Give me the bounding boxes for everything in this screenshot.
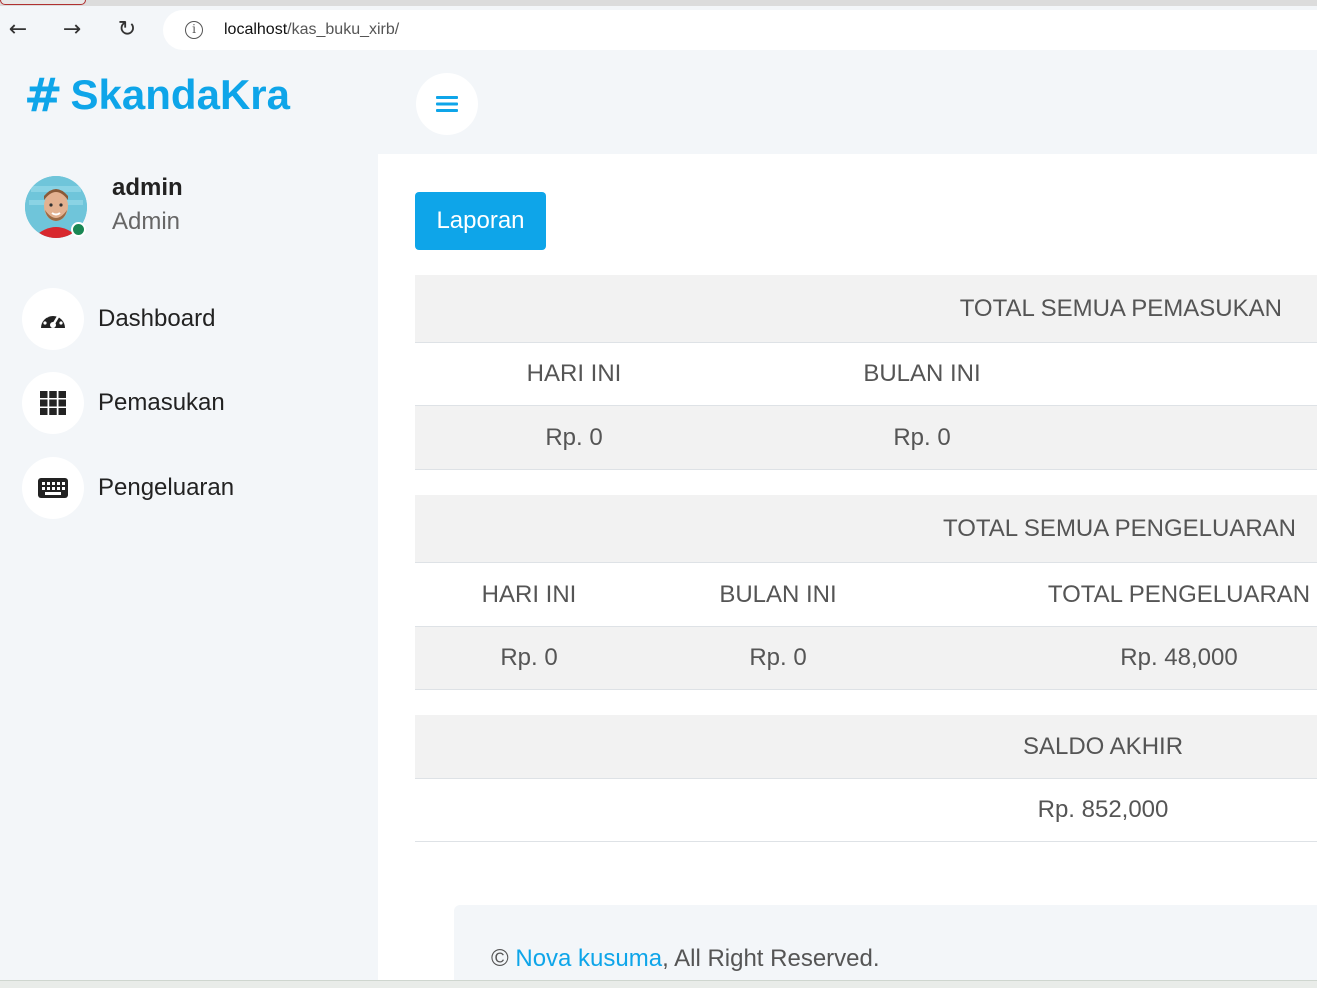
table-cell: Rp. 0 (500, 644, 558, 671)
table-cell: Rp. 48,000 (1120, 644, 1238, 671)
sidebar: # SkandaKra admin Admin Dashboard Pemasu… (0, 52, 378, 980)
forward-icon[interactable]: → (57, 14, 87, 44)
grid-icon (22, 372, 84, 434)
table-cell: Rp. 0 (893, 423, 951, 451)
url-text[interactable]: localhost/kas_buku_xirb/ (224, 21, 399, 39)
keyboard-icon (22, 457, 84, 519)
table-row: Rp. 0 Rp. 0 Rp. 48,000 (415, 627, 1317, 690)
sidebar-item-pemasukan[interactable]: Pemasukan (22, 372, 352, 434)
table-cell: Rp. 0 (749, 644, 807, 671)
hash-icon: # (24, 68, 63, 122)
user-profile: admin Admin (25, 174, 345, 238)
pengeluaran-table: TOTAL SEMUA PENGELUARAN HARI INI BULAN I… (415, 495, 1317, 690)
table-row: Rp. 852,000 (415, 779, 1317, 842)
pemasukan-table: TOTAL SEMUA PEMASUKAN HARI INI BULAN INI… (415, 275, 1317, 470)
table-row: TOTAL SEMUA PENGELUARAN (415, 495, 1317, 563)
sidebar-item-label: Dashboard (98, 305, 216, 332)
info-icon[interactable]: i (185, 21, 203, 39)
copyright-symbol: © (491, 945, 509, 972)
table-row: HARI INI BULAN INI TOTAL PENGELUARAN (415, 563, 1317, 627)
online-status-icon (71, 222, 86, 237)
footer-rights: , All Right Reserved. (662, 945, 880, 972)
sidebar-item-pengeluaran[interactable]: Pengeluaran (22, 457, 352, 519)
sidebar-item-dashboard[interactable]: Dashboard (22, 288, 352, 350)
laporan-button[interactable]: Laporan (415, 192, 546, 250)
sidebar-item-label: Pengeluaran (98, 474, 235, 501)
browser-bottom-edge (0, 980, 1317, 988)
reload-icon[interactable]: ↻ (112, 14, 142, 44)
table-row: SALDO AKHIR (415, 715, 1317, 779)
pemasukan-title: TOTAL SEMUA PEMASUKAN (959, 294, 1282, 322)
brand-logo[interactable]: # SkandaKra (24, 72, 290, 118)
gauge-icon (22, 288, 84, 350)
sidebar-item-label: Pemasukan (98, 389, 225, 416)
browser-tab[interactable] (0, 0, 86, 5)
author-link[interactable]: Nova kusuma (515, 945, 662, 972)
brand-name: SkandaKra (70, 71, 290, 118)
url-path: /kas_buku_xirb/ (287, 21, 400, 38)
back-icon[interactable]: ← (3, 14, 33, 44)
table-header-cell: HARI INI (526, 360, 622, 387)
footer: © Nova kusuma, All Right Reserved. (454, 905, 1317, 985)
browser-toolbar: ← → ↻ i localhost/kas_buku_xirb/ (0, 6, 1317, 52)
profile-role: Admin (112, 208, 181, 235)
saldo-title: SALDO AKHIR (1022, 732, 1184, 760)
table-header-cell: HARI INI (481, 580, 577, 608)
table-header-cell: BULAN INI (719, 580, 837, 608)
url-host: localhost (224, 21, 288, 38)
menu-toggle-button[interactable] (416, 73, 478, 135)
saldo-table: SALDO AKHIR Rp. 852,000 (415, 715, 1317, 842)
table-cell: Rp. 0 (545, 423, 603, 451)
pengeluaran-title: TOTAL SEMUA PENGELUARAN (943, 514, 1296, 542)
address-bar[interactable]: i localhost/kas_buku_xirb/ (163, 10, 1317, 50)
hamburger-icon (436, 96, 458, 112)
footer-text: © Nova kusuma, All Right Reserved. (491, 945, 880, 973)
table-header-cell: TOTAL PENGELUARAN (1047, 580, 1311, 608)
saldo-value: Rp. 852,000 (1037, 796, 1169, 823)
main-content: Laporan TOTAL SEMUA PEMASUKAN HARI INI B… (378, 154, 1317, 980)
table-row: HARI INI BULAN INI (415, 343, 1317, 406)
profile-name: admin (112, 174, 183, 201)
table-header-cell: BULAN INI (863, 360, 981, 387)
table-row: TOTAL SEMUA PEMASUKAN (415, 275, 1317, 343)
table-row: Rp. 0 Rp. 0 (415, 406, 1317, 470)
